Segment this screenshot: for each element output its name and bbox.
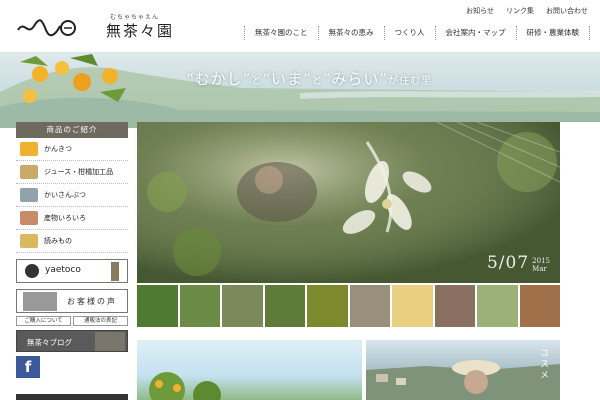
main-nav: 無茶々園のこと 無茶々の恵み つくり人 会社案内・マップ 研修・農業体験: [244, 26, 590, 40]
sidebar-footer-bar: [16, 394, 128, 400]
site-header: むちゃちゃえん 無茶々園 お知らせ リンク集 お問い合わせ 無茶々園のこと 無茶…: [0, 0, 600, 52]
tagline-mirai: “みらい”: [322, 70, 389, 88]
tagline-to-1: と: [251, 76, 263, 87]
tagline-ima: “いま”: [262, 70, 312, 88]
feature-citrus-trees[interactable]: [137, 340, 362, 400]
sidebar-item-label: かいさんぶつ: [44, 191, 86, 199]
yaetoco-logo-icon: [25, 264, 39, 278]
nav-growers[interactable]: つくり人: [385, 26, 436, 40]
feature-cosme-image: [366, 360, 560, 400]
reading-thumb: [20, 234, 38, 248]
nav-blessings[interactable]: 無茶々の恵み: [319, 26, 385, 40]
juice-thumb: [20, 165, 38, 179]
utility-nav: お知らせ リンク集 お問い合わせ: [466, 6, 588, 16]
hero-landscape: [0, 54, 600, 128]
seafood-thumb: [20, 188, 38, 202]
thumb-grass[interactable]: [137, 285, 178, 327]
thumb-conveyor[interactable]: [349, 285, 390, 327]
blog-photo: [95, 332, 125, 351]
order-links: ご購入について 通販法の表記: [16, 316, 128, 326]
tagline-sumu-sato: が住む里: [388, 76, 433, 87]
feature-cosme[interactable]: コスメ: [366, 340, 560, 400]
customers-photo: [23, 292, 57, 311]
yaetoco-label: yaetoco: [45, 265, 81, 275]
yaetoco-banner[interactable]: yaetoco: [16, 259, 128, 283]
cosmetic-bottle-icon: [111, 262, 119, 281]
slide-date-year: 2015: [532, 257, 550, 265]
facebook-icon[interactable]: f: [16, 356, 40, 378]
sidebar: 商品のご紹介 かんきつ ジュース・柑橘加工品 かいさんぶつ 産物いろいろ 読みも…: [16, 122, 128, 378]
sidebar-item-label: ジュース・柑橘加工品: [44, 168, 114, 176]
thumbnail-strip: [137, 285, 560, 327]
utility-contact[interactable]: お問い合わせ: [546, 6, 588, 16]
main-slideshow[interactable]: 5/07 2015 Mar: [137, 122, 560, 283]
thumb-farmer[interactable]: [222, 285, 263, 327]
sidebar-item-citrus[interactable]: かんきつ: [16, 138, 128, 161]
sidebar-item-products[interactable]: 産物いろいろ: [16, 207, 128, 230]
nav-training[interactable]: 研修・農業体験: [517, 26, 590, 40]
sidebar-item-label: 産物いろいろ: [44, 214, 86, 222]
utility-links[interactable]: リンク集: [506, 6, 534, 16]
utility-news[interactable]: お知らせ: [466, 6, 494, 16]
citrus-thumb: [20, 142, 38, 156]
tagline-to-2: と: [311, 76, 323, 87]
slide-date-meta: 2015 Mar: [532, 257, 550, 273]
cosme-label: コスメ: [538, 348, 548, 381]
hero-tagline: “むかし”と“いま”と“みらい”が住む里: [186, 68, 432, 89]
sidebar-item-reading[interactable]: 読みもの: [16, 230, 128, 253]
tagline-mukashi: “むかし”: [186, 70, 252, 88]
thumb-shop[interactable]: [519, 285, 560, 327]
customer-voice-banner[interactable]: お客様の声: [16, 289, 128, 313]
thumb-fruit[interactable]: [392, 285, 433, 327]
thumb-citrus[interactable]: [307, 285, 348, 327]
blog-banner[interactable]: 無茶々ブログ: [16, 330, 128, 352]
site-logo[interactable]: むちゃちゃえん 無茶々園: [16, 10, 176, 42]
slide-date-month: Mar: [532, 265, 547, 273]
blog-label: 無茶々ブログ: [27, 338, 72, 347]
customer-voice-label: お客様の声: [67, 297, 117, 306]
slide-date-day: 5/07: [486, 253, 530, 273]
sidebar-heading: 商品のご紹介: [16, 122, 128, 138]
order-info-link[interactable]: ご購入について: [16, 316, 71, 326]
law-notice-link[interactable]: 通販法の表記: [73, 316, 128, 326]
thumb-flower[interactable]: [179, 285, 220, 327]
nav-about[interactable]: 無茶々園のこと: [245, 26, 319, 40]
feature-citrus-image: [149, 372, 221, 400]
nav-company[interactable]: 会社案内・マップ: [436, 26, 517, 40]
slide-date: 5/07 2015 Mar: [487, 253, 550, 273]
sidebar-item-seafood[interactable]: かいさんぶつ: [16, 184, 128, 207]
sidebar-item-label: かんきつ: [44, 145, 72, 153]
hero-banner: “むかし”と“いま”と“みらい”が住む里: [0, 52, 600, 128]
products-thumb: [20, 211, 38, 225]
sidebar-item-label: 読みもの: [44, 237, 72, 245]
right-margin: [560, 122, 600, 400]
sidebar-item-juice[interactable]: ジュース・柑橘加工品: [16, 161, 128, 184]
thumb-trees[interactable]: [264, 285, 305, 327]
thumb-people[interactable]: [434, 285, 475, 327]
thumb-plant[interactable]: [477, 285, 518, 327]
logo-name: 無茶々園: [106, 22, 175, 40]
logo-brush-mark: [17, 19, 76, 37]
